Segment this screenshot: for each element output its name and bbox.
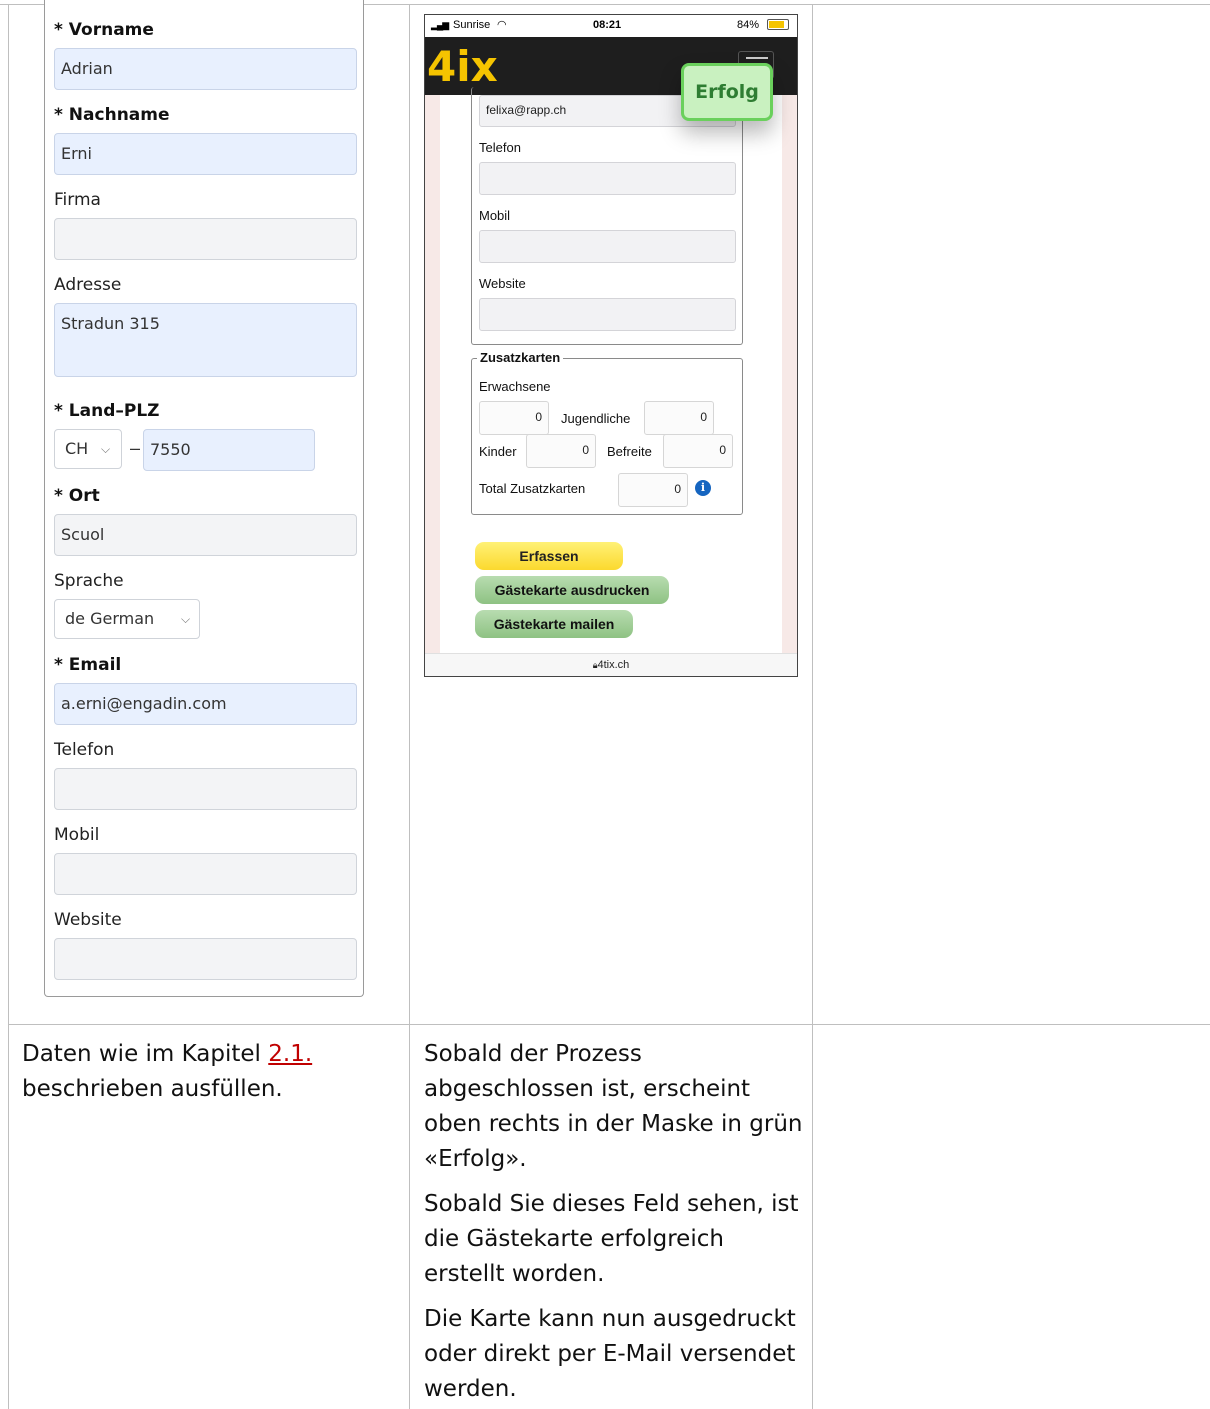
jugendliche-input[interactable]: 0 <box>644 401 714 435</box>
success-toast: Erfolg <box>681 63 773 121</box>
website-field[interactable] <box>479 298 736 331</box>
instruction-paragraph-3: Die Karte kann nun ausgedruckt oder dire… <box>424 1306 796 1402</box>
table-divider-1 <box>409 4 410 1409</box>
table-row-divider <box>8 1024 1210 1025</box>
telefon-label: Telefon <box>479 140 521 155</box>
vorname-label: * Vorname <box>54 20 154 40</box>
logo-letters: ix <box>456 42 498 91</box>
ort-field[interactable]: Scuol <box>54 514 357 556</box>
plz-field[interactable]: 7550 <box>143 429 315 471</box>
telefon-field[interactable] <box>479 162 736 195</box>
land-select[interactable]: CH ⌵ <box>54 429 122 469</box>
url-text: 4tix.ch <box>597 659 630 671</box>
nachname-field[interactable]: Erni <box>54 133 357 175</box>
firma-field[interactable] <box>54 218 357 260</box>
zusatzkarten-legend: Zusatzkarten <box>477 350 564 365</box>
telefon-label: Telefon <box>54 740 115 760</box>
mobil-label: Mobil <box>54 825 100 845</box>
land-plz-label: * Land–PLZ <box>54 401 160 421</box>
gaestekarte-ausdrucken-button[interactable]: Gästekarte ausdrucken <box>475 576 669 604</box>
land-plz-dash: – <box>130 438 141 458</box>
nachname-label: * Nachname <box>54 105 170 125</box>
gaestekarte-mailen-button[interactable]: Gästekarte mailen <box>475 610 633 638</box>
instruction-middle: Sobald der Prozess abgeschlossen ist, er… <box>424 1037 804 1407</box>
mobil-field[interactable] <box>54 853 357 895</box>
table-divider-2 <box>812 4 813 1409</box>
website-label: Website <box>54 910 122 930</box>
email-field[interactable]: a.erni@engadin.com <box>54 683 357 725</box>
signal-icon: ▂▄▆ <box>431 20 449 30</box>
logo-digit: 4 <box>427 42 457 91</box>
instruction-left: Daten wie im Kapitel 2.1. beschrieben au… <box>22 1037 402 1107</box>
befreite-input[interactable]: 0 <box>663 434 733 468</box>
url-bar[interactable]: 🔒︎4tix.ch <box>425 653 797 676</box>
instruction-left-pre: Daten wie im Kapitel <box>22 1041 261 1067</box>
clock-label: 08:21 <box>593 19 622 31</box>
sprache-label: Sprache <box>54 571 124 591</box>
status-bar: ▂▄▆ Sunrise ◠ 08:21 84% <box>425 15 797 37</box>
kinder-input[interactable]: 0 <box>526 434 596 468</box>
mobil-label: Mobil <box>479 208 511 223</box>
mobil-field[interactable] <box>479 230 736 263</box>
website-label: Website <box>479 276 526 291</box>
wifi-icon: ◠ <box>497 19 507 31</box>
table-border-left <box>8 4 9 1409</box>
adresse-field[interactable]: Stradun 315 <box>54 303 357 377</box>
adresse-label: Adresse <box>54 275 122 295</box>
chevron-down-icon: ⌵ <box>181 612 191 626</box>
telefon-field[interactable] <box>54 768 357 810</box>
instruction-left-post: beschrieben ausfüllen. <box>22 1076 283 1102</box>
erwachsene-label: Erwachsene <box>479 379 551 394</box>
carrier-label: Sunrise <box>453 19 491 31</box>
total-zusatzkarten-label: Total Zusatzkarten <box>479 481 586 496</box>
chevron-down-icon: ⌵ <box>101 442 111 456</box>
total-zusatzkarten-input[interactable]: 0 <box>618 473 688 507</box>
info-icon[interactable]: i <box>695 480 711 496</box>
jugendliche-label: Jugendliche <box>561 411 631 426</box>
kinder-label: Kinder <box>479 444 517 459</box>
app-logo: 4ix <box>427 42 498 91</box>
instruction-paragraph-2: Sobald Sie dieses Feld sehen, ist die Gä… <box>424 1191 799 1287</box>
page-margin-left <box>425 95 440 653</box>
sprache-value: de German <box>65 609 155 628</box>
firma-label: Firma <box>54 190 101 210</box>
instruction-paragraph-1: Sobald der Prozess abgeschlossen ist, er… <box>424 1041 803 1172</box>
ort-label: * Ort <box>54 486 100 506</box>
registration-form: * Vorname Adrian * Nachname Erni Firma A… <box>44 0 364 997</box>
email-label: * Email <box>54 655 122 675</box>
battery-icon <box>767 19 789 30</box>
vorname-field[interactable]: Adrian <box>54 48 357 90</box>
website-field[interactable] <box>54 938 357 980</box>
erwachsene-input[interactable]: 0 <box>479 401 549 435</box>
battery-label: 84% <box>737 19 760 31</box>
chapter-link[interactable]: 2.1. <box>268 1041 312 1067</box>
sprache-select[interactable]: de German ⌵ <box>54 599 200 639</box>
page-margin-right <box>782 95 797 653</box>
phone-screenshot: ▂▄▆ Sunrise ◠ 08:21 84% 4ix felixa@rapp.… <box>424 14 798 677</box>
land-value: CH <box>65 439 89 458</box>
befreite-label: Befreite <box>607 444 652 459</box>
erfassen-button[interactable]: Erfassen <box>475 542 623 570</box>
